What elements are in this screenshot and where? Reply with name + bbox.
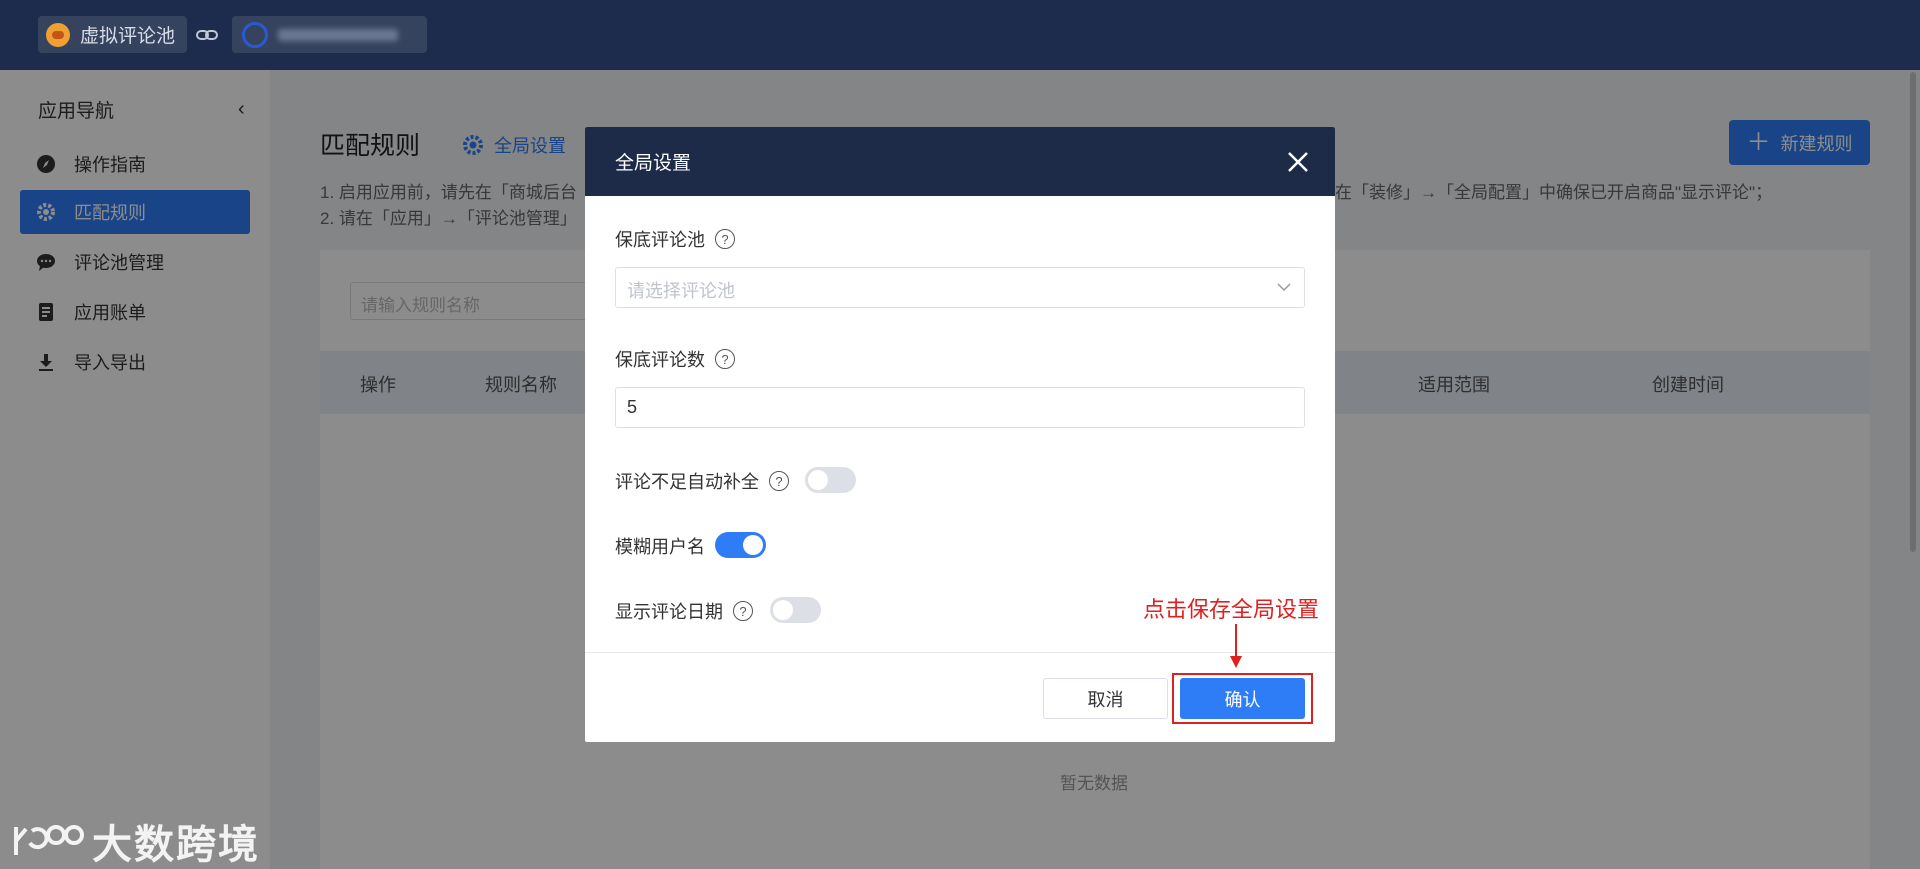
app-logo-icon <box>46 22 70 47</box>
pool-label: 保底评论池 ? <box>615 226 735 252</box>
blur-name-label-text: 模糊用户名 <box>615 537 705 557</box>
watermark-logo-icon <box>14 825 84 855</box>
help-icon[interactable]: ? <box>769 471 789 491</box>
count-label: 保底评论数 ? <box>615 346 735 372</box>
app-switcher[interactable]: 虚拟评论池 <box>38 16 188 53</box>
dialog-divider <box>585 652 1335 653</box>
blur-name-label: 模糊用户名 <box>615 533 705 559</box>
link-icon[interactable] <box>196 25 218 45</box>
app-name: 虚拟评论池 <box>80 26 176 47</box>
count-label-text: 保底评论数 <box>615 350 705 370</box>
chevron-down-icon <box>1277 283 1291 292</box>
autofill-label-text: 评论不足自动补全 <box>615 472 759 492</box>
help-icon[interactable]: ? <box>733 601 753 621</box>
global-settings-dialog: 全局设置 保底评论池 ? 请选择评论池 保底评论数 ? 5 评论不足自动补全 ?… <box>585 127 1335 742</box>
annotation-highlight-box <box>1172 673 1313 724</box>
watermark: 大数跨境 <box>12 812 260 869</box>
autofill-label: 评论不足自动补全 ? <box>615 468 789 494</box>
count-input[interactable]: 5 <box>615 387 1305 428</box>
pool-select[interactable]: 请选择评论池 <box>615 267 1305 308</box>
pool-label-text: 保底评论池 <box>615 230 705 250</box>
top-bar: 虚拟评论池 <box>0 0 1920 70</box>
annotation-arrow-icon <box>1230 624 1242 668</box>
store-avatar <box>242 21 268 48</box>
pool-select-placeholder: 请选择评论池 <box>627 281 735 301</box>
store-switcher[interactable] <box>232 16 427 53</box>
dialog-title: 全局设置 <box>615 153 692 174</box>
dialog-header: 全局设置 <box>585 127 1335 196</box>
show-date-label: 显示评论日期 ? <box>615 598 753 624</box>
store-name-blurred <box>278 28 398 41</box>
help-icon[interactable]: ? <box>715 349 735 369</box>
annotation-text: 点击保存全局设置 <box>1143 598 1320 623</box>
blur-name-toggle[interactable] <box>715 532 766 558</box>
close-icon[interactable] <box>1285 149 1311 175</box>
show-date-toggle[interactable] <box>770 597 821 623</box>
watermark-text: 大数跨境 <box>92 823 260 867</box>
help-icon[interactable]: ? <box>715 229 735 249</box>
cancel-button[interactable]: 取消 <box>1043 678 1168 719</box>
autofill-toggle[interactable] <box>805 467 856 493</box>
show-date-label-text: 显示评论日期 <box>615 602 723 622</box>
